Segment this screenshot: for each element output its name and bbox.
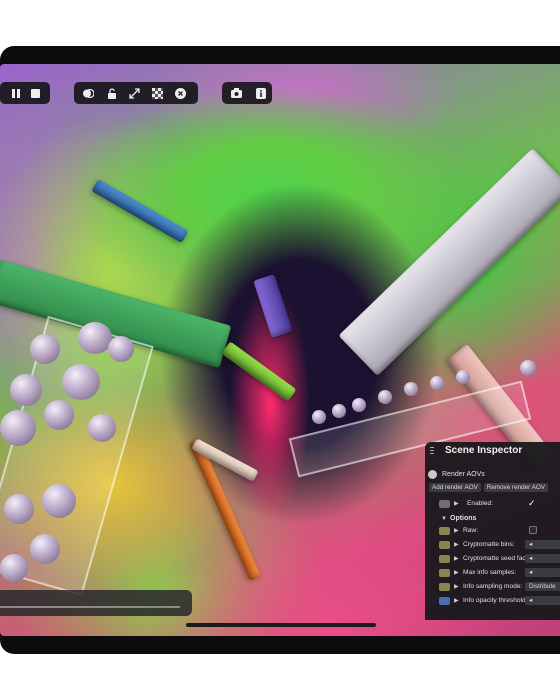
bubble bbox=[4, 494, 34, 524]
sampling-mode-toggle[interactable] bbox=[439, 582, 450, 591]
camera-icon[interactable] bbox=[231, 88, 242, 99]
raw-checkbox[interactable] bbox=[529, 526, 537, 534]
bubble bbox=[44, 400, 74, 430]
play-icon: ▶ bbox=[454, 528, 459, 534]
play-icon: ▶ bbox=[454, 542, 459, 548]
bubble bbox=[78, 322, 112, 354]
bubble bbox=[456, 370, 470, 384]
play-icon: ▶ bbox=[454, 556, 459, 562]
silver-beam bbox=[338, 148, 560, 376]
play-icon: ▶ bbox=[454, 598, 459, 604]
option-row-opacity-threshold: ▶ Info opacity threshold: ◂ bbox=[425, 595, 560, 606]
option-row-sampling-mode: ▶ Info sampling mode: Distribute bbox=[425, 581, 560, 592]
crypto-seed-field[interactable]: ◂ bbox=[525, 554, 560, 563]
crypto-bins-label: Cryptomatte bins: bbox=[463, 541, 515, 548]
info-icon[interactable] bbox=[256, 87, 266, 99]
play-icon: ▶ bbox=[454, 584, 459, 590]
enabled-toggle[interactable] bbox=[439, 499, 450, 508]
bubble bbox=[30, 334, 60, 364]
crypto-seed-toggle[interactable] bbox=[439, 554, 450, 563]
crypto-bins-toggle[interactable] bbox=[439, 540, 450, 549]
inspector-title: Scene Inspector bbox=[445, 445, 523, 456]
bubble bbox=[0, 554, 28, 582]
bubble bbox=[10, 374, 42, 406]
scene-inspector-panel: Scene Inspector Render AOVs Add render A… bbox=[425, 442, 560, 620]
view-toolbar bbox=[74, 82, 198, 104]
add-render-aov-button[interactable]: Add render AOV bbox=[429, 483, 481, 492]
sampling-mode-select[interactable]: Distribute bbox=[525, 582, 560, 591]
home-indicator[interactable] bbox=[186, 623, 376, 627]
max-info-label: Max info samples: bbox=[463, 569, 517, 576]
options-label: Options bbox=[450, 515, 477, 522]
bubble bbox=[378, 390, 392, 404]
option-row-crypto-bins: ▶ Cryptomatte bins: ◂ bbox=[425, 539, 560, 550]
glass-tube-left bbox=[0, 315, 154, 597]
option-row-max-info: ▶ Max info samples: ◂ bbox=[425, 567, 560, 578]
play-icon: ▶ bbox=[454, 570, 459, 576]
enabled-label: Enabled: bbox=[467, 500, 494, 507]
options-header[interactable]: ▼ Options bbox=[425, 513, 560, 524]
sampling-mode-label: Info sampling mode: bbox=[463, 583, 523, 590]
bubble bbox=[404, 382, 418, 396]
section-toggle-icon[interactable] bbox=[428, 470, 437, 479]
max-info-toggle[interactable] bbox=[439, 568, 450, 577]
opacity-threshold-label: Info opacity threshold: bbox=[463, 597, 528, 604]
raw-label: Raw: bbox=[463, 527, 479, 534]
expand-icon[interactable] bbox=[129, 87, 140, 99]
section-label: Render AOVs bbox=[442, 471, 485, 478]
max-info-field[interactable]: ◂ bbox=[525, 568, 560, 577]
display-toggle-icon[interactable] bbox=[83, 88, 94, 99]
bubble bbox=[88, 414, 116, 442]
playback-toolbar bbox=[0, 82, 50, 104]
close-icon[interactable] bbox=[175, 87, 186, 99]
bubble bbox=[312, 410, 326, 424]
bubble bbox=[430, 376, 444, 390]
stop-icon[interactable] bbox=[30, 88, 41, 99]
pause-icon[interactable] bbox=[10, 88, 21, 99]
bubble bbox=[332, 404, 346, 418]
timeline-scrubber[interactable] bbox=[0, 590, 192, 616]
options-disclosure-icon[interactable]: ▼ bbox=[441, 516, 448, 522]
extras-toolbar bbox=[222, 82, 272, 104]
option-row-crypto-seed: ▶ Cryptomatte seed factor: ◂ bbox=[425, 553, 560, 564]
raw-toggle[interactable] bbox=[439, 526, 450, 535]
bubble bbox=[0, 410, 36, 446]
blue-beam bbox=[91, 178, 189, 244]
enabled-checkbox[interactable]: ✓ bbox=[528, 498, 536, 509]
bubble bbox=[520, 360, 536, 376]
timeline-track[interactable] bbox=[0, 606, 180, 608]
bubble bbox=[108, 336, 134, 362]
purple-block bbox=[253, 274, 293, 338]
section-render-aovs[interactable]: Render AOVs bbox=[425, 469, 560, 480]
option-row-raw: ▶ Raw: bbox=[425, 525, 560, 536]
play-icon: ▶ bbox=[454, 501, 459, 507]
lock-icon[interactable] bbox=[106, 87, 117, 99]
bubble bbox=[30, 534, 60, 564]
crypto-bins-field[interactable]: ◂ bbox=[525, 540, 560, 549]
lime-stick bbox=[221, 341, 297, 402]
opacity-threshold-toggle[interactable] bbox=[439, 596, 450, 605]
opacity-threshold-field[interactable]: ◂ bbox=[525, 596, 560, 605]
bubble bbox=[62, 364, 100, 400]
remove-render-aov-button[interactable]: Remove render AOV bbox=[483, 483, 548, 492]
enabled-row: ▶ Enabled: ✓ bbox=[425, 498, 560, 509]
bubble bbox=[42, 484, 76, 518]
aov-buttons: Add render AOV Remove render AOV bbox=[425, 482, 560, 493]
checkerboard-icon[interactable] bbox=[152, 87, 163, 99]
bubble bbox=[352, 398, 366, 412]
